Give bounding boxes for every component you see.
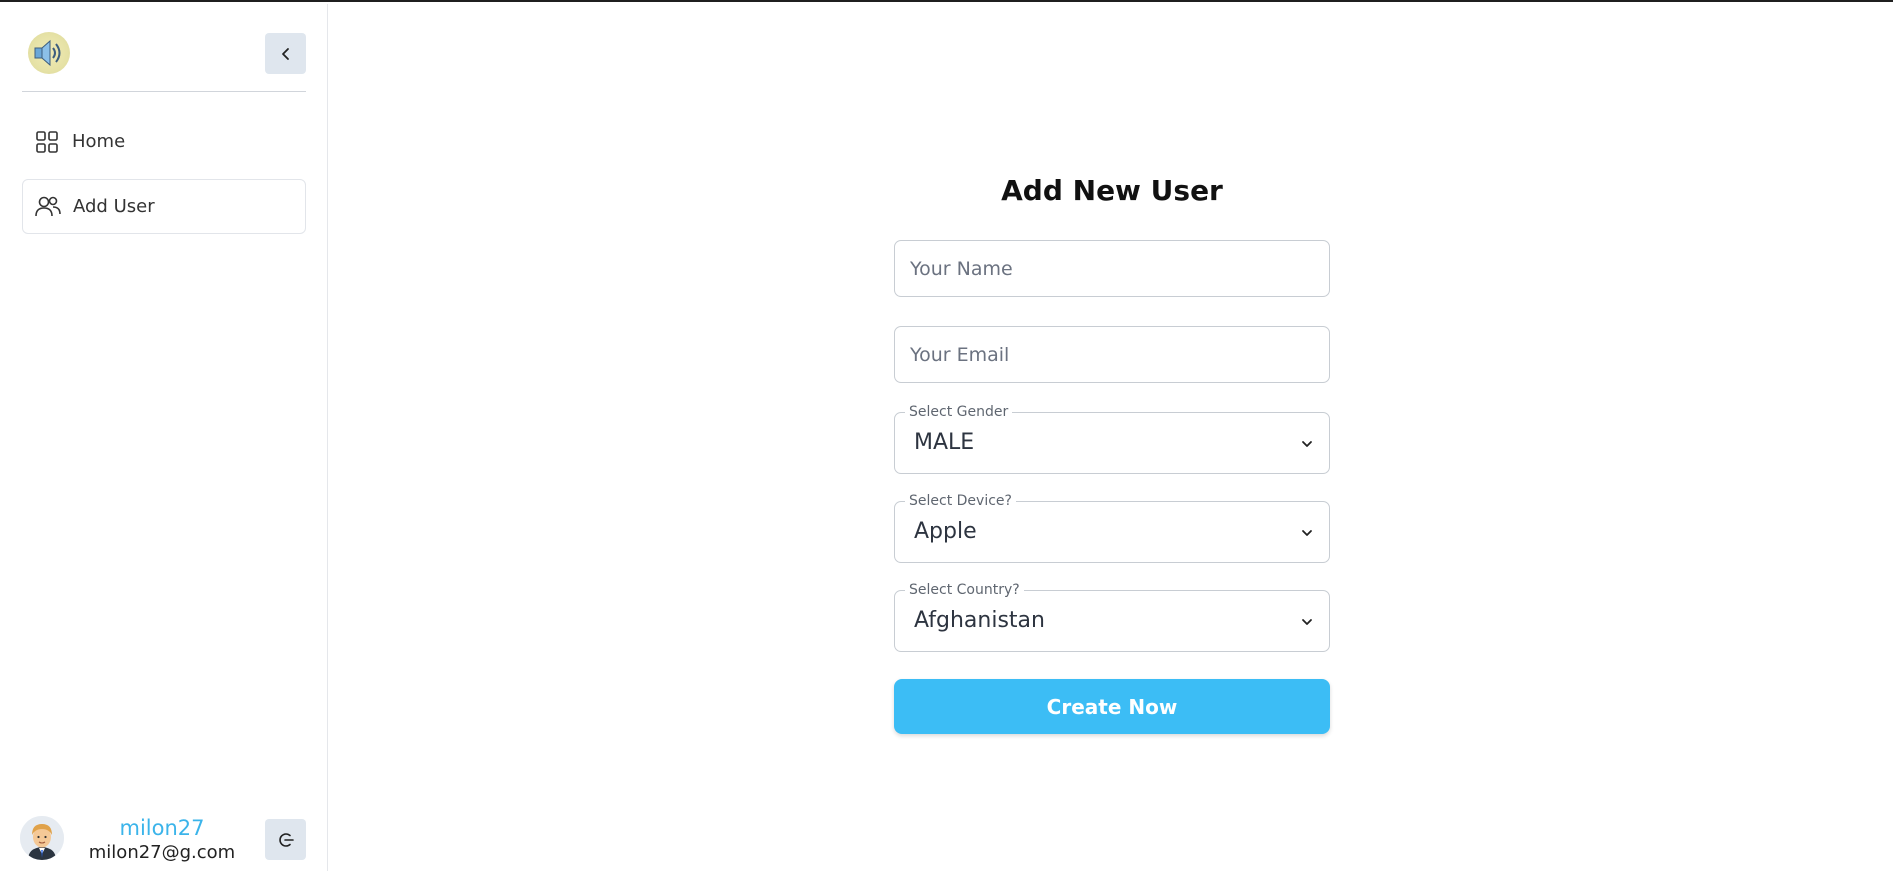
device-select[interactable]: Select Device? Apple — [894, 492, 1330, 563]
create-now-button[interactable]: Create Now — [894, 679, 1330, 734]
users-icon — [35, 194, 61, 220]
page-title: Add New User — [1001, 174, 1223, 207]
chevron-down-icon — [1302, 619, 1312, 625]
app-logo[interactable] — [28, 32, 70, 74]
gender-select-value: MALE — [914, 430, 975, 455]
user-avatar-icon — [20, 816, 64, 860]
speaker-icon — [34, 39, 61, 67]
sidebar: Home Add User milon27 milon27@g.com — [0, 4, 328, 871]
chevron-down-icon — [1302, 441, 1312, 447]
sidebar-item-label: Add User — [73, 196, 155, 217]
logout-icon — [278, 832, 294, 847]
chevron-down-icon — [1302, 530, 1312, 536]
name-input[interactable] — [894, 240, 1330, 297]
avatar[interactable] — [20, 816, 64, 860]
logout-button[interactable] — [265, 819, 306, 860]
chevron-left-icon — [281, 47, 289, 60]
device-select-value: Apple — [914, 519, 977, 544]
collapse-sidebar-button[interactable] — [265, 33, 306, 74]
user-email: milon27@g.com — [88, 842, 236, 863]
email-input[interactable] — [894, 326, 1330, 383]
sidebar-item-label: Home — [72, 131, 126, 152]
sidebar-item-home[interactable]: Home — [22, 114, 306, 169]
country-select[interactable]: Select Country? Afghanistan — [894, 581, 1330, 652]
user-name: milon27 — [119, 816, 205, 840]
gender-select[interactable]: Select Gender MALE — [894, 403, 1330, 474]
device-select-label: Select Device? — [905, 492, 1016, 510]
sidebar-header — [22, 30, 306, 92]
grid-icon — [34, 129, 60, 155]
user-profile: milon27 milon27@g.com — [20, 816, 306, 864]
country-select-label: Select Country? — [905, 581, 1024, 599]
sidebar-item-add-user[interactable]: Add User — [22, 179, 306, 234]
country-select-value: Afghanistan — [914, 608, 1045, 633]
gender-select-label: Select Gender — [905, 403, 1013, 421]
